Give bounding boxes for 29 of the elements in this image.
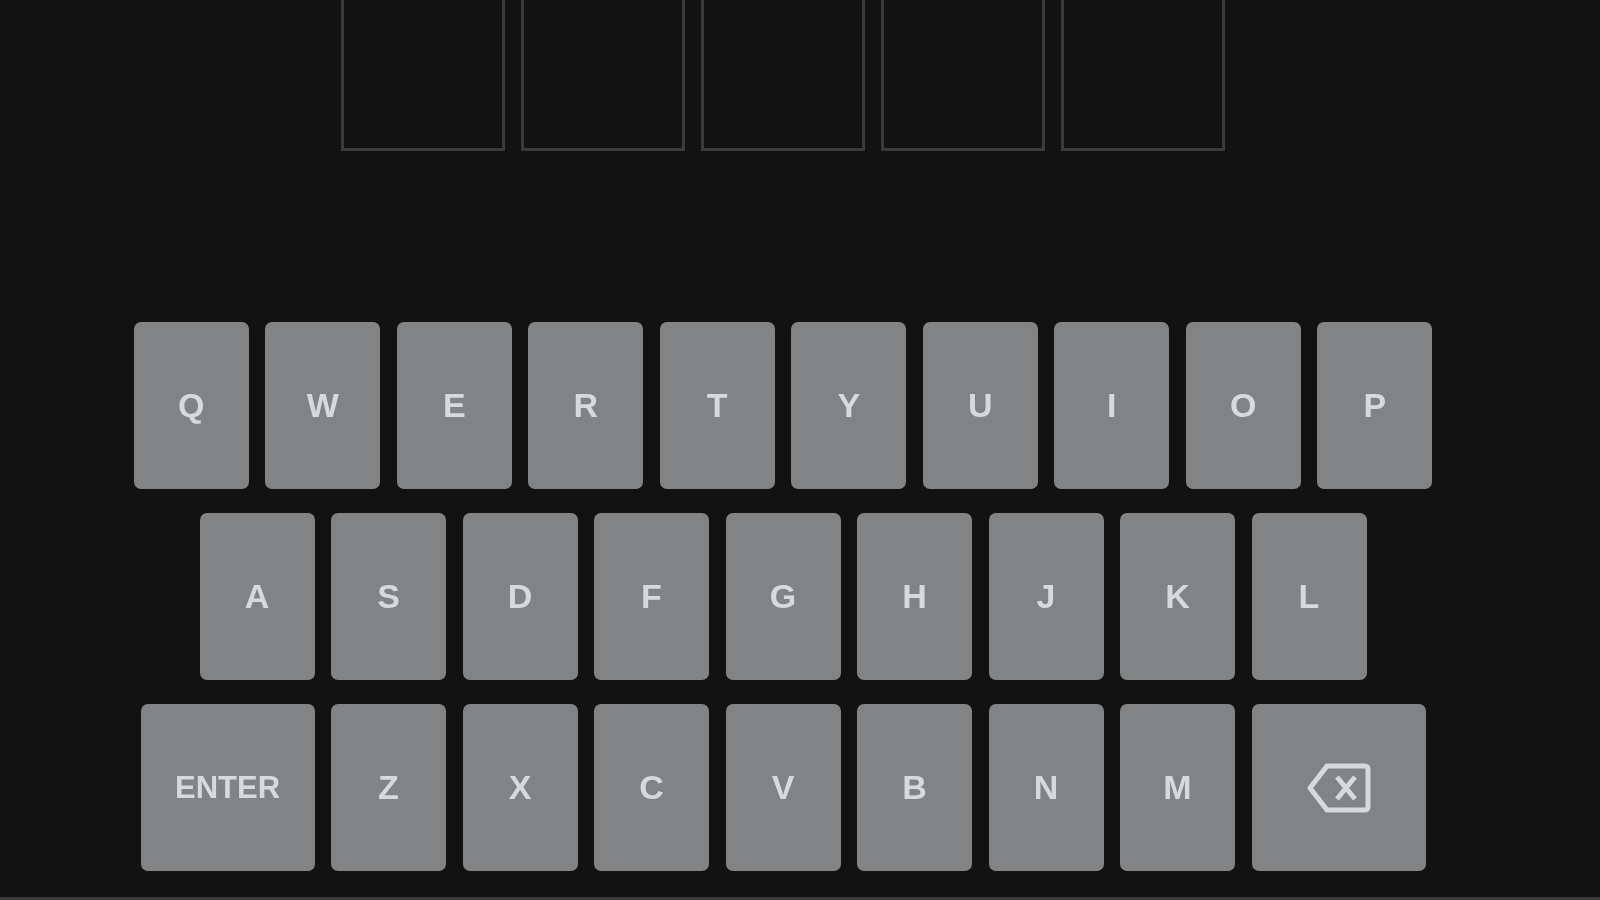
letter-key[interactable]: N: [988, 704, 1104, 871]
letter-key[interactable]: J: [988, 513, 1104, 680]
letter-key[interactable]: R: [528, 322, 644, 489]
letter-key[interactable]: C: [594, 704, 709, 871]
letter-key[interactable]: B: [857, 704, 972, 871]
letter-key[interactable]: M: [1120, 704, 1235, 871]
letter-key[interactable]: V: [725, 704, 841, 871]
enter-key[interactable]: ENTER: [140, 704, 315, 871]
letter-key[interactable]: Z: [331, 704, 446, 871]
letter-key[interactable]: H: [857, 513, 972, 680]
letter-key[interactable]: K: [1120, 513, 1235, 680]
letter-key[interactable]: G: [725, 513, 841, 680]
letter-key[interactable]: D: [462, 513, 578, 680]
letter-key[interactable]: X: [462, 704, 578, 871]
letter-key[interactable]: U: [922, 322, 1038, 489]
letter-key[interactable]: F: [594, 513, 709, 680]
letter-key[interactable]: P: [1317, 322, 1433, 489]
letter-key[interactable]: I: [1054, 322, 1170, 489]
letter-key[interactable]: E: [396, 322, 512, 489]
letter-key[interactable]: O: [1185, 322, 1301, 489]
letter-key[interactable]: A: [199, 513, 315, 680]
letter-key[interactable]: W: [265, 322, 381, 489]
letter-key[interactable]: T: [659, 322, 775, 489]
backspace-icon: [1306, 761, 1371, 814]
letter-key[interactable]: L: [1251, 513, 1367, 680]
letter-key[interactable]: Q: [133, 322, 249, 489]
backspace-key[interactable]: [1251, 704, 1426, 871]
letter-key[interactable]: Y: [791, 322, 907, 489]
letter-key[interactable]: S: [331, 513, 446, 680]
